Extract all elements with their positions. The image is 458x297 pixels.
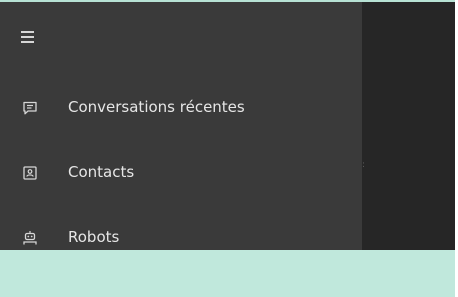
hamburger-line [21,41,34,43]
nav-item-recent-conversations[interactable]: Conversations récentes [0,88,362,128]
nav-item-contacts[interactable]: Contacts [0,153,362,193]
chat-icon [22,100,38,116]
hamburger-line [21,31,34,33]
robot-icon [22,230,38,246]
nav-item-label: Contacts [68,163,135,181]
pane-splitter-handle[interactable]: : [362,160,365,170]
screen: Conversations récentes Contacts Robots: [0,0,458,297]
navigation-drawer: Conversations récentes Contacts Robots [0,2,362,252]
hamburger-menu-icon[interactable] [18,28,38,46]
hamburger-line [21,36,34,38]
content-pane [362,2,455,252]
nav-item-label: Conversations récentes [68,98,245,116]
nav-item-label: Robots [68,228,120,246]
contact-card-icon [22,165,38,181]
bottom-bar [0,250,455,297]
app-window: Conversations récentes Contacts Robots: [0,0,455,252]
